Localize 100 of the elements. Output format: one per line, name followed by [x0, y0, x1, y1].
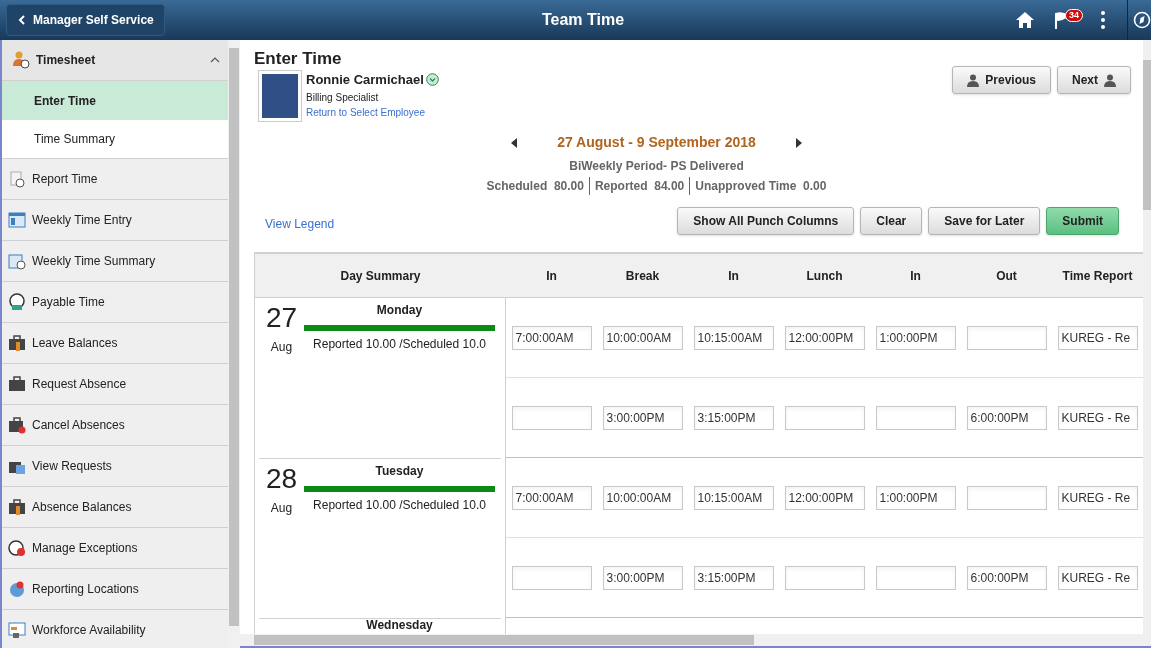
dropdown-icon[interactable] — [425, 73, 439, 87]
sidebar-item[interactable]: Weekly Time Entry — [2, 200, 228, 241]
timesheet-group-header[interactable]: Timesheet — [2, 40, 228, 81]
column-header: Time Report — [1061, 267, 1134, 285]
briefcase-icon — [8, 498, 26, 516]
time-input-field[interactable]: 7:00:00AM — [511, 325, 592, 350]
time-input-field[interactable]: KUREG - Re — [1057, 565, 1138, 590]
back-button[interactable]: Manager Self Service — [6, 4, 165, 36]
time-input-field[interactable]: 3:15:00PM — [693, 565, 774, 590]
column-header: In — [545, 267, 558, 285]
sidebar-item[interactable]: Request Absence — [2, 364, 228, 405]
period-type: BiWeekly Period- PS Delivered — [569, 158, 744, 175]
sidebar-item[interactable]: View Requests — [2, 446, 228, 487]
sidebar-item[interactable]: Manage Exceptions — [2, 528, 228, 569]
briefcase-icon — [8, 416, 26, 434]
page-title: Team Time — [540, 10, 626, 30]
person-icon — [1104, 73, 1116, 87]
sidebar-item[interactable]: Leave Balances — [2, 323, 228, 364]
sidebar-item[interactable]: Weekly Time Summary — [2, 241, 228, 282]
column-header: In — [727, 267, 740, 285]
time-input-field[interactable]: 10:00:00AM — [602, 325, 683, 350]
presentation-board-icon — [8, 621, 26, 639]
notifications-button[interactable]: 34 — [1055, 9, 1087, 31]
notification-count: 34 — [1065, 9, 1083, 22]
time-input-field[interactable]: 10:00:00AM — [602, 485, 683, 510]
time-input-field[interactable]: 12:00:00PM — [784, 485, 865, 510]
period-total: Reported 84.00 — [588, 177, 690, 195]
sidebar-item[interactable]: Absence Balances — [2, 487, 228, 528]
column-header: Break — [624, 267, 661, 285]
weekday: Monday — [376, 304, 423, 317]
column-header: Lunch — [805, 267, 844, 285]
briefcase-icon — [8, 375, 26, 393]
next-button[interactable]: Next — [1057, 66, 1131, 94]
time-input-field[interactable]: 6:00:00PM — [966, 565, 1047, 590]
return-link[interactable]: Return to Select Employee — [306, 104, 439, 120]
compass-icon[interactable] — [1132, 11, 1151, 29]
globe-pin-icon — [8, 580, 26, 598]
column-header: In — [909, 267, 922, 285]
time-input-field[interactable]: KUREG - Re — [1057, 485, 1138, 510]
action-button[interactable]: Save for Later — [928, 207, 1041, 235]
back-icon — [17, 15, 27, 25]
period-total: Scheduled 80.00 — [485, 178, 585, 195]
period-range: 27 August - 9 September 2018 — [557, 133, 756, 152]
job-title: Billing Specialist — [306, 90, 380, 105]
day-month: Aug — [270, 339, 293, 356]
view-legend-link[interactable]: View Legend — [265, 215, 335, 233]
sidebar-item[interactable]: Cancel Absences — [2, 405, 228, 446]
day-number: 28 — [265, 463, 298, 495]
sidebar-item[interactable]: Payable Time — [2, 282, 228, 323]
page-heading: Enter Time — [254, 48, 343, 68]
sidebar-subitem[interactable]: Time Summary — [2, 120, 228, 159]
time-input-field[interactable]: KUREG - Re — [1057, 325, 1138, 350]
time-input-field[interactable]: 3:00:00PM — [602, 405, 683, 430]
time-input-field[interactable] — [875, 405, 956, 430]
time-input-field[interactable]: 1:00:00PM — [875, 485, 956, 510]
calendar-clock-icon — [8, 252, 26, 270]
previous-button[interactable]: Previous — [952, 66, 1051, 94]
calendar-grid-icon — [8, 211, 26, 229]
clock-alert-icon — [8, 539, 26, 557]
caret-icon — [210, 57, 220, 63]
sidebar-item[interactable]: Report Time — [2, 159, 228, 200]
time-input-field[interactable]: 10:15:00AM — [693, 485, 774, 510]
time-input-field[interactable] — [966, 485, 1047, 510]
time-input-field[interactable] — [784, 565, 865, 590]
day-summary: Reported 10.00 /Scheduled 10.0 — [313, 497, 486, 514]
time-input-field[interactable] — [511, 405, 592, 430]
more-menu-icon[interactable] — [1101, 11, 1105, 29]
time-input-field[interactable] — [966, 325, 1047, 350]
column-header: Day Summary — [339, 267, 422, 285]
action-button[interactable]: Show All Punch Columns — [677, 207, 855, 235]
employee-name: Ronnie Carmichael — [306, 71, 424, 89]
briefcase-icon — [8, 334, 26, 352]
day-month: Aug — [270, 500, 293, 517]
report-clock-icon — [8, 170, 26, 188]
weekday: Wednesday — [366, 619, 433, 632]
time-input-field[interactable]: 3:15:00PM — [693, 405, 774, 430]
submit-button[interactable]: Submit — [1046, 207, 1119, 235]
time-input-field[interactable] — [875, 565, 956, 590]
person-icon — [967, 73, 980, 87]
sidebar-subitem[interactable]: Enter Time — [2, 81, 228, 120]
period-total: Unapproved Time 0.00 — [689, 177, 832, 195]
time-input-field[interactable]: 7:00:00AM — [511, 485, 592, 510]
home-icon[interactable] — [1015, 11, 1035, 29]
time-input-field[interactable]: 3:00:00PM — [602, 565, 683, 590]
person-clock-icon — [12, 51, 30, 69]
photo-placeholder — [258, 70, 302, 122]
action-button[interactable]: Clear — [860, 207, 923, 235]
sidebar-item[interactable]: Reporting Locations — [2, 569, 228, 610]
time-input-field[interactable] — [511, 565, 592, 590]
time-input-field[interactable]: 10:15:00AM — [693, 325, 774, 350]
time-input-field[interactable]: 1:00:00PM — [875, 325, 956, 350]
time-input-field[interactable]: 6:00:00PM — [966, 405, 1047, 430]
day-summary: Reported 10.00 /Scheduled 10.0 — [313, 336, 486, 353]
time-input-field[interactable] — [784, 405, 865, 430]
time-input-field[interactable]: 12:00:00PM — [784, 325, 865, 350]
previous-period-arrow-icon[interactable] — [511, 137, 518, 148]
clock-icon — [8, 293, 26, 311]
next-period-arrow-icon[interactable] — [795, 137, 802, 148]
column-header: Out — [995, 267, 1018, 285]
time-input-field[interactable]: KUREG - Re — [1057, 405, 1138, 430]
